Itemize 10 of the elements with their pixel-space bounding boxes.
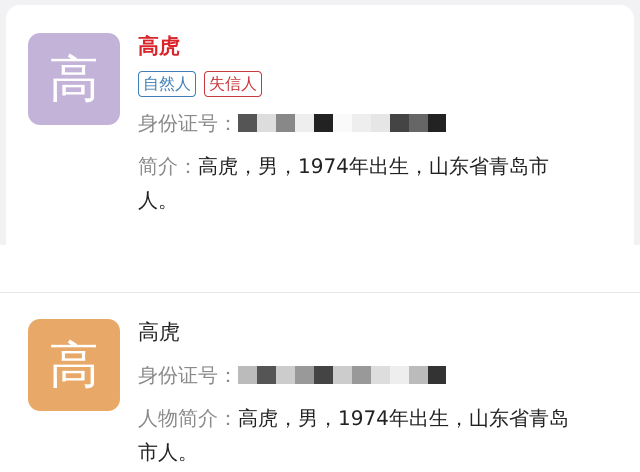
tag: 自然人 xyxy=(138,71,196,97)
avatar: 高 xyxy=(28,319,120,411)
person-name: 高虎 xyxy=(138,33,180,59)
person-name: 高虎 xyxy=(138,319,180,345)
id-label: 身份证号： xyxy=(138,110,238,137)
avatar: 高 xyxy=(28,33,120,125)
intro-text: 简介：高虎，男，1974年出生，山东省青岛市人。 xyxy=(138,153,550,214)
intro-text: 人物简介：高虎，男，1974年出生，山东省青岛市人。 xyxy=(138,405,570,466)
id-label: 身份证号： xyxy=(138,362,238,389)
tag: 失信人 xyxy=(204,71,262,97)
